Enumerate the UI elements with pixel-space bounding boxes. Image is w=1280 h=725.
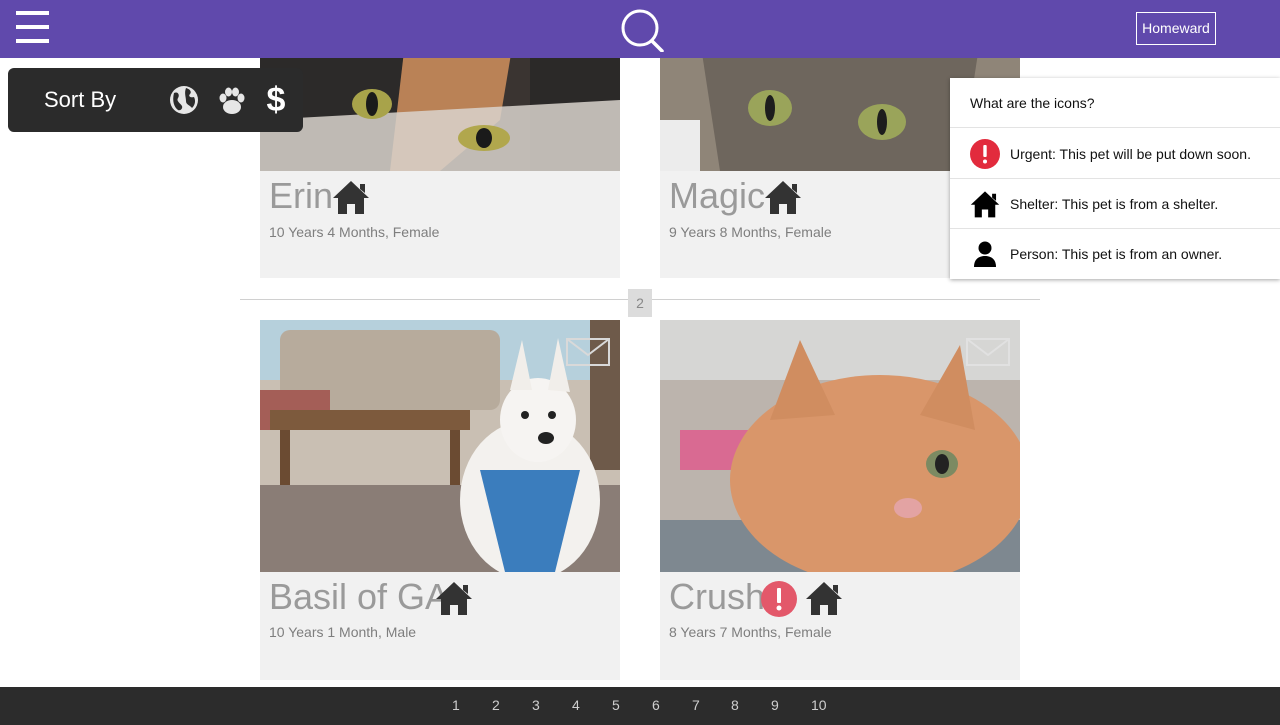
pet-age-sex: 10 Years 1 Month, Male — [269, 624, 417, 640]
page-link-1[interactable]: 1 — [452, 697, 460, 713]
message-envelope-icon[interactable] — [566, 338, 610, 371]
search-icon[interactable] — [620, 8, 666, 53]
legend-title: What are the icons? — [970, 95, 1095, 111]
page-link-9[interactable]: 9 — [771, 697, 779, 713]
page-link-8[interactable]: 8 — [731, 697, 739, 713]
pet-age-sex: 10 Years 4 Months, Female — [269, 224, 440, 240]
dollar-icon[interactable]: $ — [260, 83, 292, 117]
legend-item-shelter: Shelter: This pet is from a shelter. — [950, 179, 1280, 229]
pet-age-sex: 9 Years 8 Months, Female — [669, 224, 832, 240]
pet-name: Magic — [669, 175, 766, 216]
shelter-house-icon — [435, 580, 473, 621]
shelter-house-icon — [805, 580, 843, 621]
page-link-3[interactable]: 3 — [532, 697, 540, 713]
page-link-4[interactable]: 4 — [572, 697, 580, 713]
pet-name: Erin — [269, 175, 334, 216]
pet-age-sex: 8 Years 7 Months, Female — [669, 624, 832, 640]
pet-name: Basil of GA — [269, 576, 450, 617]
page-link-5[interactable]: 5 — [612, 697, 620, 713]
pet-photo — [260, 320, 620, 572]
pagination-bar: 1 2 3 4 5 6 7 8 9 10 — [0, 687, 1280, 725]
page-link-10[interactable]: 10 — [811, 697, 827, 713]
shelter-house-icon — [764, 179, 802, 220]
pet-card-crush[interactable]: Crush 8 Years 7 Months, Female — [660, 320, 1020, 680]
urgent-icon — [970, 139, 1000, 169]
paw-icon[interactable] — [216, 83, 248, 117]
page-link-6[interactable]: 6 — [652, 697, 660, 713]
hamburger-menu-icon[interactable] — [16, 11, 49, 44]
legend-header: What are the icons? — [950, 78, 1280, 128]
legend-item-person: Person: This pet is from an owner. — [950, 229, 1280, 279]
urgent-icon — [760, 580, 798, 623]
pet-info: Basil of GA 10 Years 1 Month, Male — [260, 572, 620, 680]
legend-text-person: Person: This pet is from an owner. — [1010, 246, 1223, 262]
house-icon — [970, 189, 1000, 219]
shelter-house-icon — [332, 179, 370, 220]
section-page-number: 2 — [628, 289, 652, 317]
legend-text-urgent: Urgent: This pet will be put down soon. — [1010, 146, 1251, 162]
legend-text-shelter: Shelter: This pet is from a shelter. — [1010, 196, 1219, 212]
person-icon — [970, 239, 1000, 269]
pet-name: Crush — [669, 576, 766, 617]
pet-photo — [660, 320, 1020, 572]
page-link-2[interactable]: 2 — [492, 697, 500, 713]
pet-info: Erin 10 Years 4 Months, Female — [260, 171, 620, 278]
icon-legend-panel: What are the icons? Urgent: This pet wil… — [950, 78, 1280, 279]
pet-info: Crush 8 Years 7 Months, Female — [660, 572, 1020, 680]
message-envelope-icon[interactable] — [966, 338, 1010, 371]
sort-by-label: Sort By — [44, 87, 117, 112]
page-link-7[interactable]: 7 — [692, 697, 700, 713]
globe-icon[interactable] — [168, 83, 200, 117]
top-navigation-bar: Homeward — [0, 0, 1280, 58]
sort-by-panel: Sort By $ — [8, 68, 303, 132]
legend-item-urgent: Urgent: This pet will be put down soon. — [950, 129, 1280, 179]
homeward-button[interactable]: Homeward — [1136, 12, 1216, 45]
pet-card-basil-of-ga[interactable]: Basil of GA 10 Years 1 Month, Male — [260, 320, 620, 680]
